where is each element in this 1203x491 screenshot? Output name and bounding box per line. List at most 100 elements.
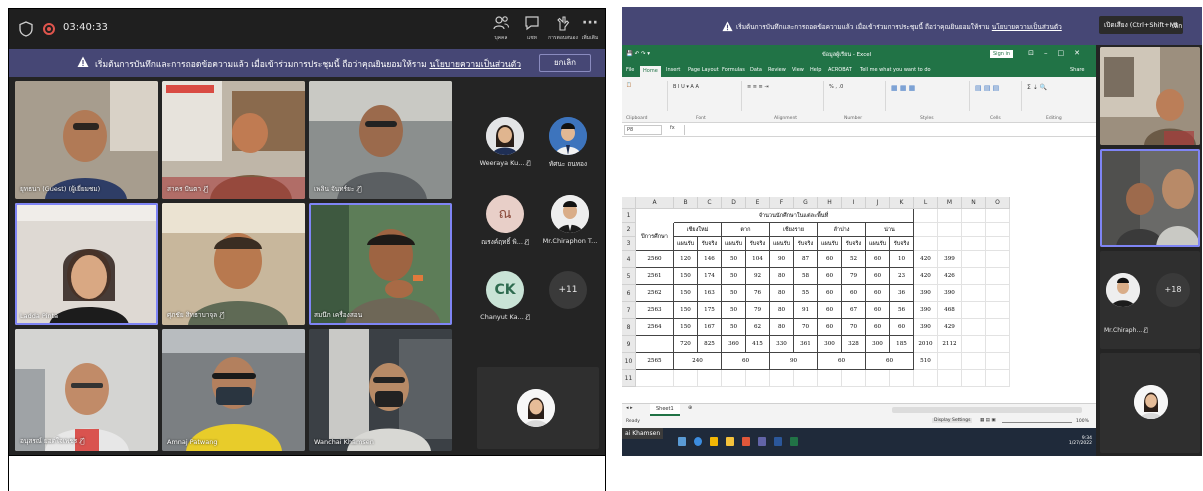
cell-year-header[interactable]: ปีการศึกษา xyxy=(636,223,674,251)
cell[interactable] xyxy=(962,302,986,319)
file-explorer-icon[interactable] xyxy=(726,437,734,446)
cell-sub-header[interactable]: รับจริง xyxy=(890,237,914,251)
cell[interactable]: 60 xyxy=(866,302,890,319)
cell[interactable]: 60 xyxy=(866,319,890,336)
cell[interactable]: 175 xyxy=(698,302,722,319)
number-group[interactable]: % , .0 xyxy=(826,81,886,111)
share-button[interactable]: Share xyxy=(1070,67,1084,73)
row-header[interactable]: 5 xyxy=(622,268,636,285)
row-header[interactable]: 1 xyxy=(622,209,636,223)
editing-group[interactable]: Σ ⇣ 🔍 xyxy=(1024,81,1092,111)
row-header[interactable]: 6 xyxy=(622,285,636,302)
zoom-slider[interactable] xyxy=(1002,422,1072,423)
cell[interactable] xyxy=(938,223,962,237)
cell[interactable]: 2563 xyxy=(636,302,674,319)
cell[interactable] xyxy=(962,209,986,223)
font-group[interactable]: B I U ▾ A A xyxy=(670,81,742,111)
column-header[interactable]: J xyxy=(866,197,890,209)
horizontal-scrollbar[interactable] xyxy=(892,407,1082,413)
column-header[interactable]: E xyxy=(746,197,770,209)
cell-sub-header[interactable]: แผนรับ xyxy=(818,237,842,251)
cell[interactable]: 390 xyxy=(914,319,938,336)
cell[interactable]: 468 xyxy=(938,302,962,319)
cell[interactable]: 62 xyxy=(746,319,770,336)
tab-help[interactable]: Help xyxy=(810,67,821,73)
cell[interactable]: 2565 xyxy=(636,353,674,370)
side-video-tile-active-speaker[interactable] xyxy=(1100,149,1200,247)
row-header[interactable]: 3 xyxy=(622,237,636,251)
dismiss-banner-button[interactable]: เลิก xyxy=(1172,21,1182,31)
add-sheet-icon[interactable]: ⊕ xyxy=(688,405,692,411)
cell[interactable] xyxy=(986,302,1010,319)
teams-icon[interactable] xyxy=(758,437,766,446)
cell[interactable]: 300 xyxy=(818,336,842,353)
privacy-policy-link[interactable]: นโยบายความเป็นส่วนตัว xyxy=(429,60,521,70)
cell[interactable]: 510 xyxy=(914,353,938,370)
cell[interactable]: 415 xyxy=(746,336,770,353)
cell-sub-header[interactable]: รับจริง xyxy=(842,237,866,251)
cell[interactable]: 60 xyxy=(818,251,842,268)
cell[interactable]: 429 xyxy=(938,319,962,336)
taskbar-app-icon[interactable] xyxy=(742,437,750,446)
cell[interactable] xyxy=(636,336,674,353)
cell[interactable] xyxy=(962,370,986,387)
video-tile[interactable]: ยุทธนา (Guest) (ผู้เยี่ยมชม) xyxy=(15,81,158,199)
cell[interactable]: 90 xyxy=(770,353,818,370)
cell[interactable] xyxy=(914,237,938,251)
cell-area-header[interactable]: เชียงราย xyxy=(770,223,818,237)
edge-icon[interactable] xyxy=(694,437,702,446)
cell[interactable]: 87 xyxy=(794,251,818,268)
cell-table-title[interactable]: จำนวนนักศึกษาในแต่ละพื้นที่ xyxy=(674,209,914,223)
cell[interactable] xyxy=(914,209,938,223)
alignment-group[interactable]: ≡ ≡ ≡ ⇥ xyxy=(744,81,824,111)
cell[interactable]: 60 xyxy=(722,353,770,370)
cell[interactable]: 10 xyxy=(890,251,914,268)
row-header[interactable]: 8 xyxy=(622,319,636,336)
cell-area-header[interactable]: เชียงใหม่ xyxy=(674,223,722,237)
cell[interactable]: 2560 xyxy=(636,251,674,268)
cell[interactable]: 825 xyxy=(698,336,722,353)
cell[interactable]: 56 xyxy=(890,302,914,319)
row-header[interactable]: 11 xyxy=(622,370,636,387)
side-video-tile[interactable] xyxy=(1100,47,1200,145)
column-header[interactable]: G xyxy=(794,197,818,209)
cell[interactable]: 80 xyxy=(770,285,794,302)
cell[interactable]: 163 xyxy=(698,285,722,302)
cell[interactable]: 60 xyxy=(890,319,914,336)
view-buttons[interactable]: ▦ ▤ ▣ xyxy=(980,418,996,423)
cell[interactable]: 50 xyxy=(722,268,746,285)
cell[interactable] xyxy=(962,268,986,285)
cell[interactable]: 60 xyxy=(866,353,914,370)
cell[interactable] xyxy=(986,285,1010,302)
cell[interactable]: 2564 xyxy=(636,319,674,336)
cell[interactable]: 58 xyxy=(794,268,818,285)
cell[interactable] xyxy=(986,237,1010,251)
cell[interactable] xyxy=(962,237,986,251)
cell[interactable]: 146 xyxy=(698,251,722,268)
cell[interactable] xyxy=(914,370,938,387)
cell[interactable] xyxy=(962,223,986,237)
cell[interactable] xyxy=(986,223,1010,237)
cell[interactable]: 2112 xyxy=(938,336,962,353)
word-icon[interactable] xyxy=(774,437,782,446)
video-tile[interactable]: Wanchai Khamsen xyxy=(309,329,452,451)
cell[interactable]: 50 xyxy=(722,285,746,302)
fx-icon[interactable]: fx xyxy=(670,125,675,131)
cell[interactable]: 720 xyxy=(674,336,698,353)
cell[interactable]: 60 xyxy=(818,268,842,285)
cell[interactable]: 120 xyxy=(674,251,698,268)
chrome-icon[interactable] xyxy=(710,437,718,446)
cell[interactable]: 79 xyxy=(746,302,770,319)
cell[interactable]: 2561 xyxy=(636,268,674,285)
roster-participant[interactable]: Mr.Chiraphon T... xyxy=(537,195,603,245)
tab-data[interactable]: Data xyxy=(750,67,762,73)
cell[interactable] xyxy=(962,285,986,302)
video-tile[interactable]: Amnaj Patwang xyxy=(162,329,305,451)
video-tile[interactable]: ศุภชัย สิทธาบาจุล 🎙̸ xyxy=(162,203,305,325)
cell[interactable]: 70 xyxy=(794,319,818,336)
cell[interactable]: 150 xyxy=(674,285,698,302)
cell[interactable]: 361 xyxy=(794,336,818,353)
roster-participant[interactable]: ณ ณรงค์ฤทธิ์ พิ... 🎙̸ xyxy=(475,195,535,247)
cell[interactable]: 420 xyxy=(914,251,938,268)
cell[interactable] xyxy=(866,370,890,387)
